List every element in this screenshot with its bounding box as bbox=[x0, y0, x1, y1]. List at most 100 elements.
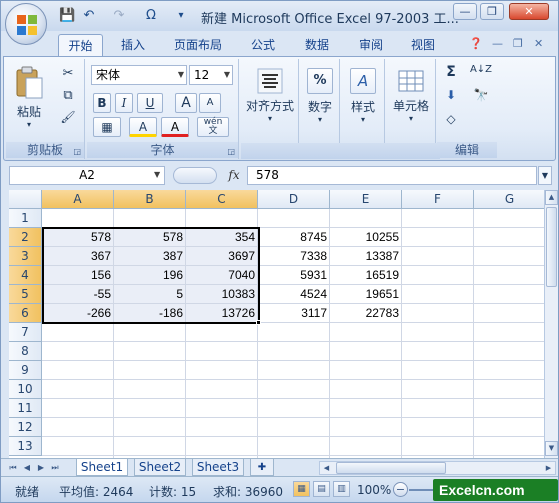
hscroll-thumb[interactable] bbox=[336, 462, 446, 474]
cell-E2[interactable]: 10255 bbox=[330, 228, 402, 246]
worksheet-grid[interactable]: A B C D E F G 1 2 3 4 5 6 7 8 9 10 11 12… bbox=[9, 190, 544, 458]
row-header[interactable]: 11 bbox=[9, 399, 42, 418]
tab-insert[interactable]: 插入 bbox=[111, 34, 155, 56]
ribbon-close-icon[interactable]: ✕ bbox=[534, 37, 543, 50]
cell-E5[interactable]: 19651 bbox=[330, 285, 402, 303]
find-select-icon[interactable]: 🔭 bbox=[467, 87, 495, 107]
fill-color-button[interactable]: A bbox=[129, 117, 157, 137]
page-break-view-icon[interactable]: ▥ bbox=[333, 481, 350, 497]
row-header[interactable]: 5 bbox=[9, 285, 42, 304]
page-layout-view-icon[interactable]: ▤ bbox=[313, 481, 330, 497]
row-header[interactable]: 8 bbox=[9, 342, 42, 361]
tab-formulas[interactable]: 公式 bbox=[241, 34, 285, 56]
column-header[interactable]: D bbox=[258, 190, 330, 209]
column-header[interactable]: C bbox=[186, 190, 258, 209]
column-header[interactable]: E bbox=[330, 190, 402, 209]
cell-D2[interactable]: 8745 bbox=[258, 228, 330, 246]
alignment-button[interactable]: 对齐方式 ▾ bbox=[245, 63, 295, 139]
sheet-tab-2[interactable]: Sheet2 bbox=[134, 459, 186, 476]
clipboard-launcher-icon[interactable]: ◲ bbox=[73, 147, 81, 156]
font-color-button[interactable]: A bbox=[161, 117, 189, 137]
normal-view-icon[interactable]: ▦ bbox=[293, 481, 310, 497]
format-painter-icon[interactable]: 🖌 bbox=[58, 109, 78, 127]
autosum-icon[interactable]: Σ bbox=[439, 63, 463, 83]
sort-filter-icon[interactable]: A↓Z bbox=[467, 63, 495, 83]
ribbon-minimize-icon[interactable]: — bbox=[492, 37, 503, 50]
column-header[interactable]: A bbox=[42, 190, 114, 209]
row-header[interactable]: 4 bbox=[9, 266, 42, 285]
select-all-corner[interactable] bbox=[9, 190, 42, 209]
row-header[interactable]: 2 bbox=[9, 228, 42, 247]
name-box[interactable]: A2 bbox=[9, 166, 165, 185]
next-sheet-icon[interactable]: ▶ bbox=[35, 461, 47, 474]
scroll-left-icon[interactable]: ◀ bbox=[320, 462, 333, 474]
formula-input[interactable]: 578 bbox=[247, 166, 537, 185]
fill-handle[interactable] bbox=[256, 320, 261, 325]
scroll-up-icon[interactable]: ▲ bbox=[545, 190, 558, 205]
column-header[interactable]: G bbox=[474, 190, 544, 209]
cell-E4[interactable]: 16519 bbox=[330, 266, 402, 284]
chevron-down-icon[interactable]: ▼ bbox=[154, 170, 160, 179]
cell-D5[interactable]: 4524 bbox=[258, 285, 330, 303]
cut-icon[interactable]: ✂ bbox=[58, 65, 78, 83]
underline-button[interactable]: U bbox=[137, 93, 163, 113]
styles-button[interactable]: A 样式 ▾ bbox=[343, 63, 383, 139]
copy-icon[interactable]: ⧉ bbox=[58, 87, 78, 105]
number-format-button[interactable]: % 数字 ▾ bbox=[302, 63, 338, 139]
row-header[interactable]: 1 bbox=[9, 209, 42, 228]
paste-button[interactable]: 粘贴 ▾ bbox=[10, 63, 48, 137]
sheet-tab-3[interactable]: Sheet3 bbox=[192, 459, 244, 476]
redo-icon[interactable]: ↷ bbox=[111, 7, 127, 25]
clear-icon[interactable]: ◇ bbox=[439, 111, 463, 131]
zoom-out-icon[interactable]: − bbox=[393, 482, 408, 497]
cell-D3[interactable]: 7338 bbox=[258, 247, 330, 265]
grow-font-button[interactable]: A bbox=[175, 93, 197, 113]
first-sheet-icon[interactable]: ⏮ bbox=[7, 461, 19, 474]
scroll-right-icon[interactable]: ▶ bbox=[542, 462, 555, 474]
undo-icon[interactable]: ↶ bbox=[81, 7, 97, 25]
row-header[interactable]: 10 bbox=[9, 380, 42, 399]
font-size-select[interactable]: 12 ▼ bbox=[189, 65, 233, 85]
cells-button[interactable]: 单元格 ▾ bbox=[388, 63, 434, 139]
close-button[interactable]: ✕ bbox=[509, 3, 549, 20]
tab-data[interactable]: 数据 bbox=[295, 34, 339, 56]
tab-page-layout[interactable]: 页面布局 bbox=[166, 34, 230, 56]
column-header[interactable]: F bbox=[402, 190, 474, 209]
cell-E6[interactable]: 22783 bbox=[330, 304, 402, 322]
italic-button[interactable]: I bbox=[115, 93, 133, 113]
border-button[interactable]: ▦ bbox=[93, 117, 121, 137]
omega-icon[interactable]: Ω bbox=[141, 7, 161, 25]
column-header[interactable]: B bbox=[114, 190, 186, 209]
cell-D6[interactable]: 3117 bbox=[258, 304, 330, 322]
tab-home[interactable]: 开始 bbox=[58, 34, 103, 56]
insert-sheet-icon[interactable]: ✚ bbox=[250, 459, 274, 476]
bold-button[interactable]: B bbox=[93, 93, 111, 113]
scroll-thumb[interactable] bbox=[546, 207, 557, 287]
shrink-font-button[interactable]: A bbox=[199, 93, 221, 113]
ribbon-restore-icon[interactable]: ❐ bbox=[513, 37, 523, 50]
restore-button[interactable]: ❐ bbox=[480, 3, 504, 20]
font-name-select[interactable]: 宋体 ▼ bbox=[91, 65, 187, 85]
minimize-button[interactable]: — bbox=[453, 3, 477, 20]
office-button[interactable] bbox=[5, 3, 47, 45]
row-header[interactable]: 9 bbox=[9, 361, 42, 380]
formula-splitter[interactable] bbox=[173, 167, 217, 184]
paste-dropdown-icon[interactable]: ▾ bbox=[11, 120, 47, 129]
phonetic-button[interactable]: wén 文 bbox=[197, 117, 229, 137]
row-header[interactable]: 7 bbox=[9, 323, 42, 342]
row-header[interactable]: 13 bbox=[9, 437, 42, 456]
cell-E3[interactable]: 13387 bbox=[330, 247, 402, 265]
sheet-tab-1[interactable]: Sheet1 bbox=[76, 459, 128, 476]
prev-sheet-icon[interactable]: ◀ bbox=[21, 461, 33, 474]
vertical-scrollbar[interactable]: ▲ ▼ bbox=[544, 190, 558, 458]
tab-view[interactable]: 视图 bbox=[401, 34, 445, 56]
zoom-level[interactable]: 100% bbox=[357, 483, 391, 497]
scroll-down-icon[interactable]: ▼ bbox=[545, 441, 558, 456]
fill-down-icon[interactable]: ⬇ bbox=[439, 87, 463, 107]
last-sheet-icon[interactable]: ⏭ bbox=[49, 461, 61, 474]
chevron-down-icon[interactable]: ▼ bbox=[538, 166, 552, 185]
cell-D4[interactable]: 5931 bbox=[258, 266, 330, 284]
font-launcher-icon[interactable]: ◲ bbox=[227, 147, 235, 156]
horizontal-scrollbar[interactable]: ◀ ▶ bbox=[319, 461, 556, 475]
customize-dropdown-icon[interactable]: ▾ bbox=[175, 7, 187, 25]
